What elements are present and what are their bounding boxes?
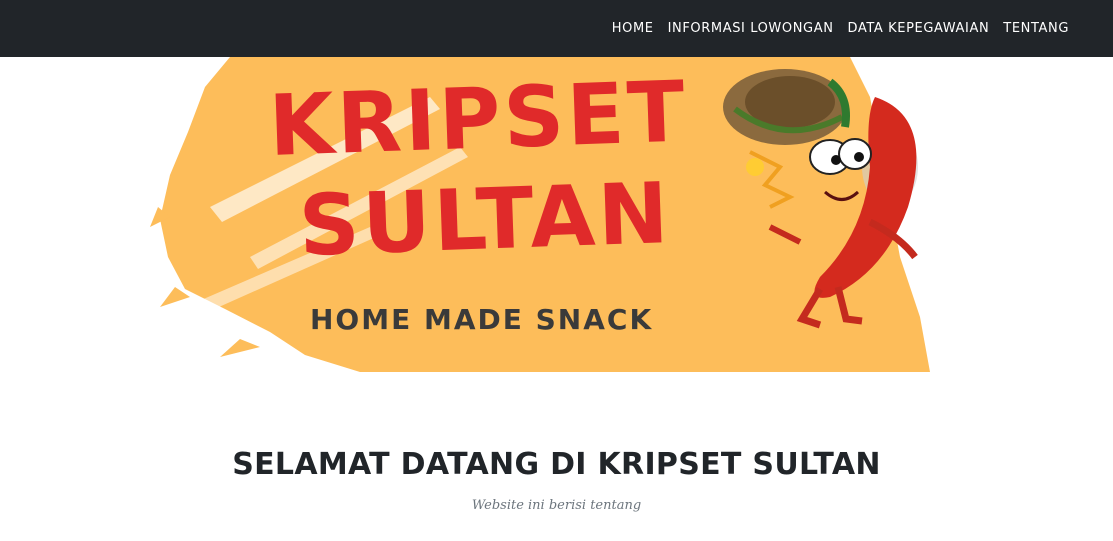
welcome-subtitle: Website ini berisi tentang xyxy=(471,498,642,513)
nav-link-informasi-lowongan[interactable]: INFORMASI LOWONGAN xyxy=(668,21,834,36)
brand-text-line2: SULTAN xyxy=(297,164,673,275)
nav-link-home[interactable]: HOME xyxy=(612,21,654,36)
brand-banner-image: KRIPSET SULTAN HOME MADE SNACK xyxy=(150,57,930,372)
nav-menu: HOME INFORMASI LOWONGAN DATA KEPEGAWAIAN… xyxy=(612,0,1069,57)
top-navbar: HOME INFORMASI LOWONGAN DATA KEPEGAWAIAN… xyxy=(0,0,1113,57)
nav-link-data-kepegawaian[interactable]: DATA KEPEGAWAIAN xyxy=(848,21,990,36)
brand-text-line1: KRIPSET xyxy=(267,62,689,175)
brand-tagline: HOME MADE SNACK xyxy=(310,303,653,336)
nav-link-tentang[interactable]: TENTANG xyxy=(1003,21,1069,36)
welcome-title: SELAMAT DATANG DI KRIPSET SULTAN xyxy=(232,447,881,482)
